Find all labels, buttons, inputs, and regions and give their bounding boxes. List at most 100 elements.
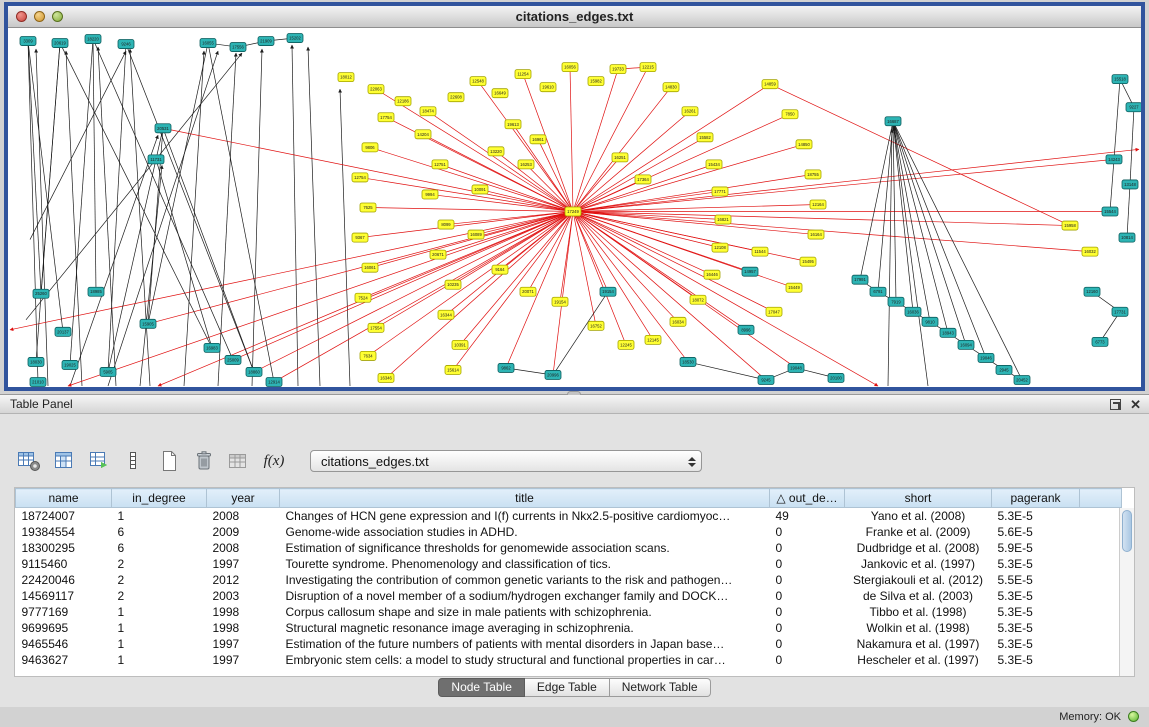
graph-node[interactable]: 17047: [766, 307, 782, 316]
column-header-1[interactable]: in_degree: [112, 489, 207, 508]
graph-node[interactable]: 18030: [28, 357, 44, 366]
cell-in_degree[interactable]: 1: [112, 604, 207, 620]
graph-node[interactable]: 7634: [360, 351, 376, 360]
graph-node[interactable]: 20137: [55, 327, 71, 336]
graph-node[interactable]: 16094: [958, 340, 974, 349]
graph-node[interactable]: 17556: [230, 43, 246, 52]
graph-node[interactable]: 12164: [810, 200, 826, 209]
column-header-2[interactable]: year: [207, 489, 280, 508]
graph-node[interactable]: 17364: [635, 175, 651, 184]
cell-name[interactable]: 9777169: [16, 604, 112, 620]
graph-node[interactable]: 15982: [588, 77, 604, 86]
graph-node[interactable]: 18072: [690, 295, 706, 304]
minimize-window-button[interactable]: [34, 11, 45, 22]
cell-pagerank[interactable]: 5.5E-5: [992, 572, 1080, 588]
graph-node[interactable]: 9806: [362, 143, 378, 152]
table-row[interactable]: 911546021997Tourette syndrome. Phenomeno…: [16, 556, 1122, 572]
cell-out_de[interactable]: 49: [770, 508, 845, 524]
graph-node[interactable]: 9862: [498, 363, 514, 372]
cell-in_degree[interactable]: 1: [112, 620, 207, 636]
graph-node[interactable]: 16961: [530, 135, 546, 144]
cell-short[interactable]: Stergiakouli et al. (2012): [845, 572, 992, 588]
table-row[interactable]: 1938455462009Genome-wide association stu…: [16, 524, 1122, 540]
cell-short[interactable]: de Silva et al. (2003): [845, 588, 992, 604]
graph-node[interactable]: 12145: [645, 335, 661, 344]
graph-node[interactable]: 15434: [706, 160, 722, 169]
graph-node[interactable]: 19154: [600, 287, 616, 296]
graph-node[interactable]: 15614: [445, 365, 461, 374]
cell-short[interactable]: Jankovic et al. (1997): [845, 556, 992, 572]
graph-node[interactable]: 20071: [520, 287, 536, 296]
graph-node[interactable]: 21909: [258, 37, 274, 46]
import-table-icon[interactable]: [226, 449, 252, 473]
cell-year[interactable]: 2003: [207, 588, 280, 604]
graph-node[interactable]: 15582: [697, 133, 713, 142]
graph-node[interactable]: 9810: [922, 317, 938, 326]
graph-node[interactable]: 6773: [1092, 337, 1108, 346]
cell-name[interactable]: 18300295: [16, 540, 112, 556]
cell-out_de[interactable]: 0: [770, 620, 845, 636]
graph-node[interactable]: 7625: [360, 203, 376, 212]
float-panel-icon[interactable]: [1110, 399, 1121, 410]
cell-title[interactable]: Genome-wide association studies in ADHD.: [280, 524, 770, 540]
cell-name[interactable]: 9699695: [16, 620, 112, 636]
cell-year[interactable]: 2008: [207, 508, 280, 524]
table-row[interactable]: 977716911998Corpus callosum shape and si…: [16, 604, 1122, 620]
graph-node[interactable]: 15958: [1062, 221, 1078, 230]
graph-node[interactable]: 16983: [204, 343, 220, 352]
new-document-icon[interactable]: [156, 449, 182, 473]
cell-pagerank[interactable]: 5.3E-5: [992, 604, 1080, 620]
table-row[interactable]: 1872400712008Changes of HCN gene express…: [16, 508, 1122, 524]
table-mode-icon[interactable]: [16, 449, 42, 473]
graph-node[interactable]: 7850: [782, 110, 798, 119]
cell-out_de[interactable]: 0: [770, 588, 845, 604]
cell-year[interactable]: 2012: [207, 572, 280, 588]
function-builder-icon[interactable]: f(x): [261, 449, 287, 473]
graph-node[interactable]: 22063: [368, 85, 384, 94]
graph-node[interactable]: 14957: [742, 267, 758, 276]
table-row[interactable]: 969969511998Structural magnetic resonanc…: [16, 620, 1122, 636]
cell-out_de[interactable]: 0: [770, 652, 845, 668]
graph-node[interactable]: 16164: [808, 230, 824, 239]
cell-pagerank[interactable]: 5.3E-5: [992, 588, 1080, 604]
graph-node[interactable]: 20996: [545, 370, 561, 379]
column-header-4[interactable]: △ out_de…: [770, 489, 845, 508]
graph-node[interactable]: 9227: [1126, 103, 1141, 112]
cell-year[interactable]: 1998: [207, 620, 280, 636]
table-vertical-scrollbar[interactable]: [1119, 508, 1134, 676]
table-source-dropdown[interactable]: citations_edges.txt: [310, 450, 702, 472]
graph-node[interactable]: 16034: [670, 317, 686, 326]
cell-out_de[interactable]: 0: [770, 556, 845, 572]
graph-node[interactable]: 18755: [805, 170, 821, 179]
graph-node[interactable]: 17249: [565, 207, 581, 216]
graph-node[interactable]: 16061: [362, 263, 378, 272]
graph-node[interactable]: 12160: [1084, 287, 1100, 296]
tab-edge-table[interactable]: Edge Table: [525, 678, 610, 697]
graph-node[interactable]: 12108: [712, 243, 728, 252]
graph-node[interactable]: 9246: [118, 40, 134, 49]
graph-node[interactable]: 11254: [515, 70, 531, 79]
zoom-window-button[interactable]: [52, 11, 63, 22]
graph-node[interactable]: 18943: [940, 328, 956, 337]
graph-node[interactable]: 9245: [758, 375, 774, 384]
citation-network-graph[interactable]: 3309206191822092461605517556219091520220…: [8, 29, 1141, 387]
graph-node[interactable]: 15905: [140, 319, 156, 328]
cell-short[interactable]: Tibbo et al. (1998): [845, 604, 992, 620]
column-header-5[interactable]: short: [845, 489, 992, 508]
cell-in_degree[interactable]: 6: [112, 524, 207, 540]
graph-node[interactable]: 11731: [148, 155, 164, 164]
graph-node[interactable]: 14830: [663, 83, 679, 92]
column-chooser-icon[interactable]: [121, 449, 147, 473]
cell-pagerank[interactable]: 5.3E-5: [992, 508, 1080, 524]
graph-node[interactable]: 16344: [438, 310, 454, 319]
table-row[interactable]: 946362711997Embryonic stem cells: a mode…: [16, 652, 1122, 668]
cell-name[interactable]: 18724007: [16, 508, 112, 524]
tab-network-table[interactable]: Network Table: [610, 678, 711, 697]
cell-in_degree[interactable]: 2: [112, 588, 207, 604]
scrollbar-thumb[interactable]: [1122, 510, 1132, 552]
cell-name[interactable]: 14569117: [16, 588, 112, 604]
graph-node[interactable]: 15449: [786, 283, 802, 292]
cell-title[interactable]: Structural magnetic resonance image aver…: [280, 620, 770, 636]
cell-name[interactable]: 9465546: [16, 636, 112, 652]
graph-node[interactable]: 20452: [1014, 375, 1030, 384]
